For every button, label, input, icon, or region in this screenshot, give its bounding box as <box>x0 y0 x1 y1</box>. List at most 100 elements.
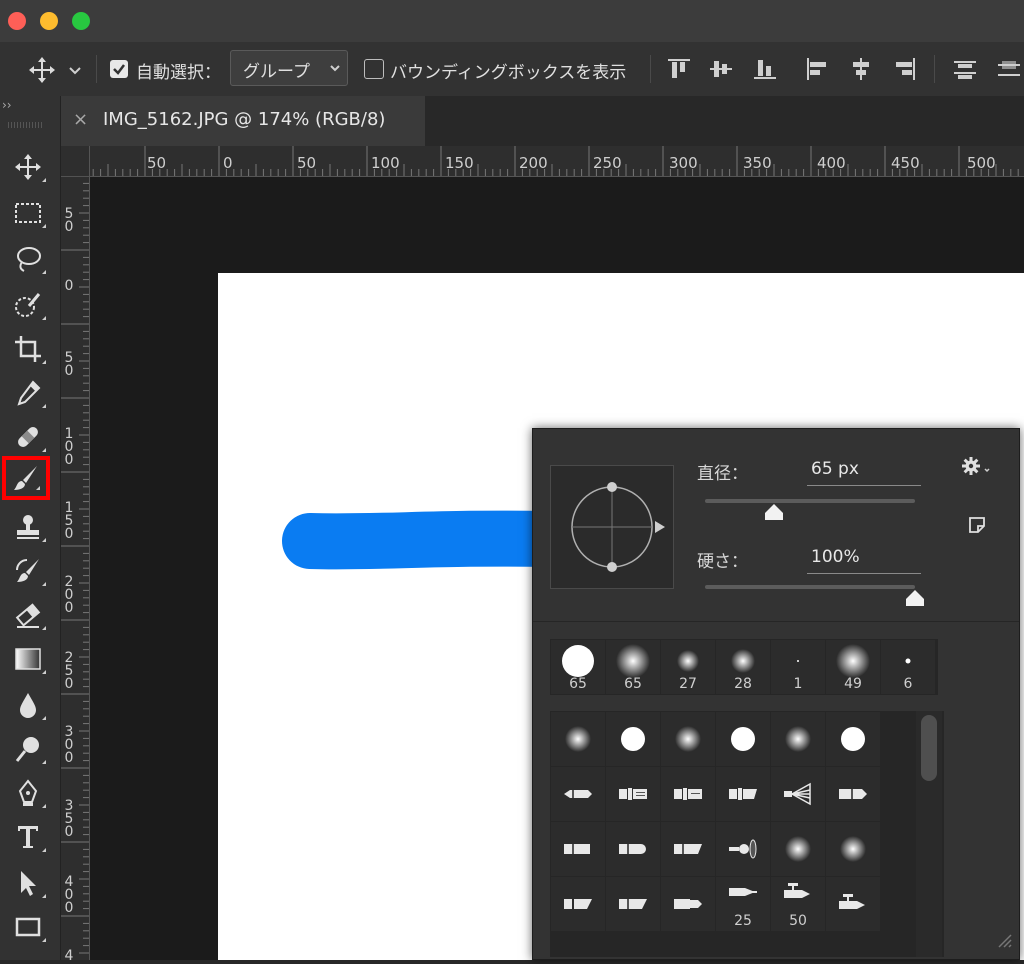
align-left-edges-icon[interactable] <box>804 56 830 86</box>
align-top-edges-icon[interactable] <box>666 56 692 86</box>
resize-grip-icon[interactable] <box>995 931 1013 953</box>
hardness-value: 100% <box>811 547 860 567</box>
stamp-icon <box>17 515 39 539</box>
marquee-tool[interactable] <box>4 192 52 234</box>
hardness-field[interactable]: 100% <box>807 545 921 574</box>
new-preset-icon[interactable] <box>967 515 987 539</box>
show-bounding-box-checkbox[interactable] <box>364 59 384 79</box>
brush-preset[interactable] <box>771 767 825 821</box>
expand-panel-icon[interactable]: ›› <box>2 98 12 112</box>
diameter-field[interactable]: 65 px <box>807 457 921 486</box>
brush-preset[interactable] <box>551 877 605 931</box>
blur-tool[interactable] <box>4 684 52 726</box>
brush-preset[interactable] <box>551 712 605 766</box>
brush-preset[interactable] <box>661 767 715 821</box>
distribute-top-edges-icon[interactable] <box>952 56 978 86</box>
h-ruler-label: 0 <box>223 154 233 172</box>
v-ruler-label: 350 <box>64 798 74 840</box>
brush-preset[interactable] <box>716 822 770 876</box>
quick-selection-tool[interactable] <box>4 284 52 326</box>
healing-brush-tool[interactable] <box>4 416 52 458</box>
align-vertical-centers-icon[interactable] <box>708 56 734 86</box>
marker-brush-icon <box>674 899 702 909</box>
brush-preset[interactable] <box>716 767 770 821</box>
crop-tool[interactable] <box>4 328 52 370</box>
brush-preset[interactable] <box>661 877 715 931</box>
gradient-icon <box>15 648 41 670</box>
pen-tool[interactable] <box>4 772 52 814</box>
lasso-tool[interactable] <box>4 238 52 280</box>
h-ruler-label: 350 <box>743 154 772 172</box>
close-window-button[interactable] <box>8 12 26 30</box>
close-tab-icon[interactable]: × <box>73 109 88 130</box>
brush-preset[interactable] <box>551 822 605 876</box>
recent-brush[interactable]: 65 <box>551 640 605 694</box>
brush-settings-gear-icon[interactable] <box>961 455 993 483</box>
tool-preset-chevron-down-icon[interactable] <box>68 62 82 81</box>
brush-preset[interactable] <box>606 712 660 766</box>
recent-brush[interactable]: 6 <box>881 640 935 694</box>
round-point-brush-icon <box>839 789 867 799</box>
recent-brush[interactable]: 49 <box>826 640 880 694</box>
water-drop-icon <box>20 693 36 718</box>
recent-brush[interactable]: 1 <box>771 640 825 694</box>
brush-preset[interactable] <box>826 877 880 931</box>
type-tool[interactable] <box>4 816 52 858</box>
path-selection-tool[interactable] <box>4 862 52 904</box>
minimize-window-button[interactable] <box>40 12 58 30</box>
move-tool-icon[interactable] <box>28 56 56 88</box>
distribute-vertical-centers-icon[interactable] <box>996 56 1022 86</box>
brush-preset[interactable] <box>826 767 880 821</box>
brush-preset[interactable] <box>661 712 715 766</box>
rectangle-tool[interactable] <box>4 906 52 948</box>
soft-round-brush-icon <box>785 726 811 752</box>
recent-brush[interactable]: 65 <box>606 640 660 694</box>
presets-scrollbar-track[interactable] <box>916 711 942 957</box>
brush-preset[interactable] <box>606 767 660 821</box>
align-bottom-edges-icon[interactable] <box>752 56 778 86</box>
diameter-slider-track[interactable] <box>705 499 915 503</box>
hardness-slider-thumb[interactable] <box>905 589 925 611</box>
h-ruler-label: 200 <box>519 154 548 172</box>
angled-brush-icon <box>729 788 757 800</box>
soft-round-brush-icon <box>675 726 701 752</box>
presets-scrollbar-thumb[interactable] <box>921 715 937 781</box>
auto-select-mode-dropdown[interactable]: グループ <box>230 50 348 86</box>
hardness-slider-track[interactable] <box>705 585 915 589</box>
align-right-edges-icon[interactable] <box>892 56 918 86</box>
recent-brush[interactable]: 27 <box>661 640 715 694</box>
tiny-round-brush-icon <box>797 660 799 662</box>
history-brush-tool[interactable] <box>4 550 52 592</box>
v-ruler-label: 150 <box>64 500 74 542</box>
brush-preset[interactable] <box>771 822 825 876</box>
brush-preset[interactable] <box>551 767 605 821</box>
brush-tip-preview[interactable] <box>550 465 674 589</box>
brush-preset[interactable] <box>826 712 880 766</box>
align-horizontal-centers-icon[interactable] <box>848 56 874 86</box>
brush-preset[interactable]: 25 <box>716 877 770 931</box>
zoom-window-button[interactable] <box>72 12 90 30</box>
round-blunt-brush-icon <box>619 844 646 854</box>
recent-brush[interactable]: 28 <box>716 640 770 694</box>
eyedropper-tool[interactable] <box>4 372 52 414</box>
flat-brush-icon <box>674 788 702 800</box>
brush-preset[interactable] <box>606 877 660 931</box>
ruler-origin[interactable] <box>61 146 90 177</box>
brush-preset[interactable] <box>606 822 660 876</box>
brush-preset[interactable] <box>716 712 770 766</box>
brush-preset[interactable] <box>661 822 715 876</box>
brush-preset[interactable] <box>826 822 880 876</box>
angled-blunt-brush-icon <box>674 844 702 854</box>
document-tab[interactable]: × IMG_5162.JPG @ 174% (RGB/8) <box>61 96 425 146</box>
move-tool[interactable] <box>4 146 52 188</box>
eraser-tool[interactable] <box>4 594 52 636</box>
diameter-slider-thumb[interactable] <box>764 503 784 525</box>
brush-preset[interactable]: 50 <box>771 877 825 931</box>
brush-tool[interactable] <box>2 456 50 500</box>
clone-stamp-tool[interactable] <box>4 506 52 548</box>
dodge-tool[interactable] <box>4 728 52 770</box>
gradient-tool[interactable] <box>4 638 52 680</box>
auto-select-checkbox[interactable] <box>110 60 128 78</box>
h-ruler-label: 400 <box>817 154 846 172</box>
brush-preset[interactable] <box>771 712 825 766</box>
